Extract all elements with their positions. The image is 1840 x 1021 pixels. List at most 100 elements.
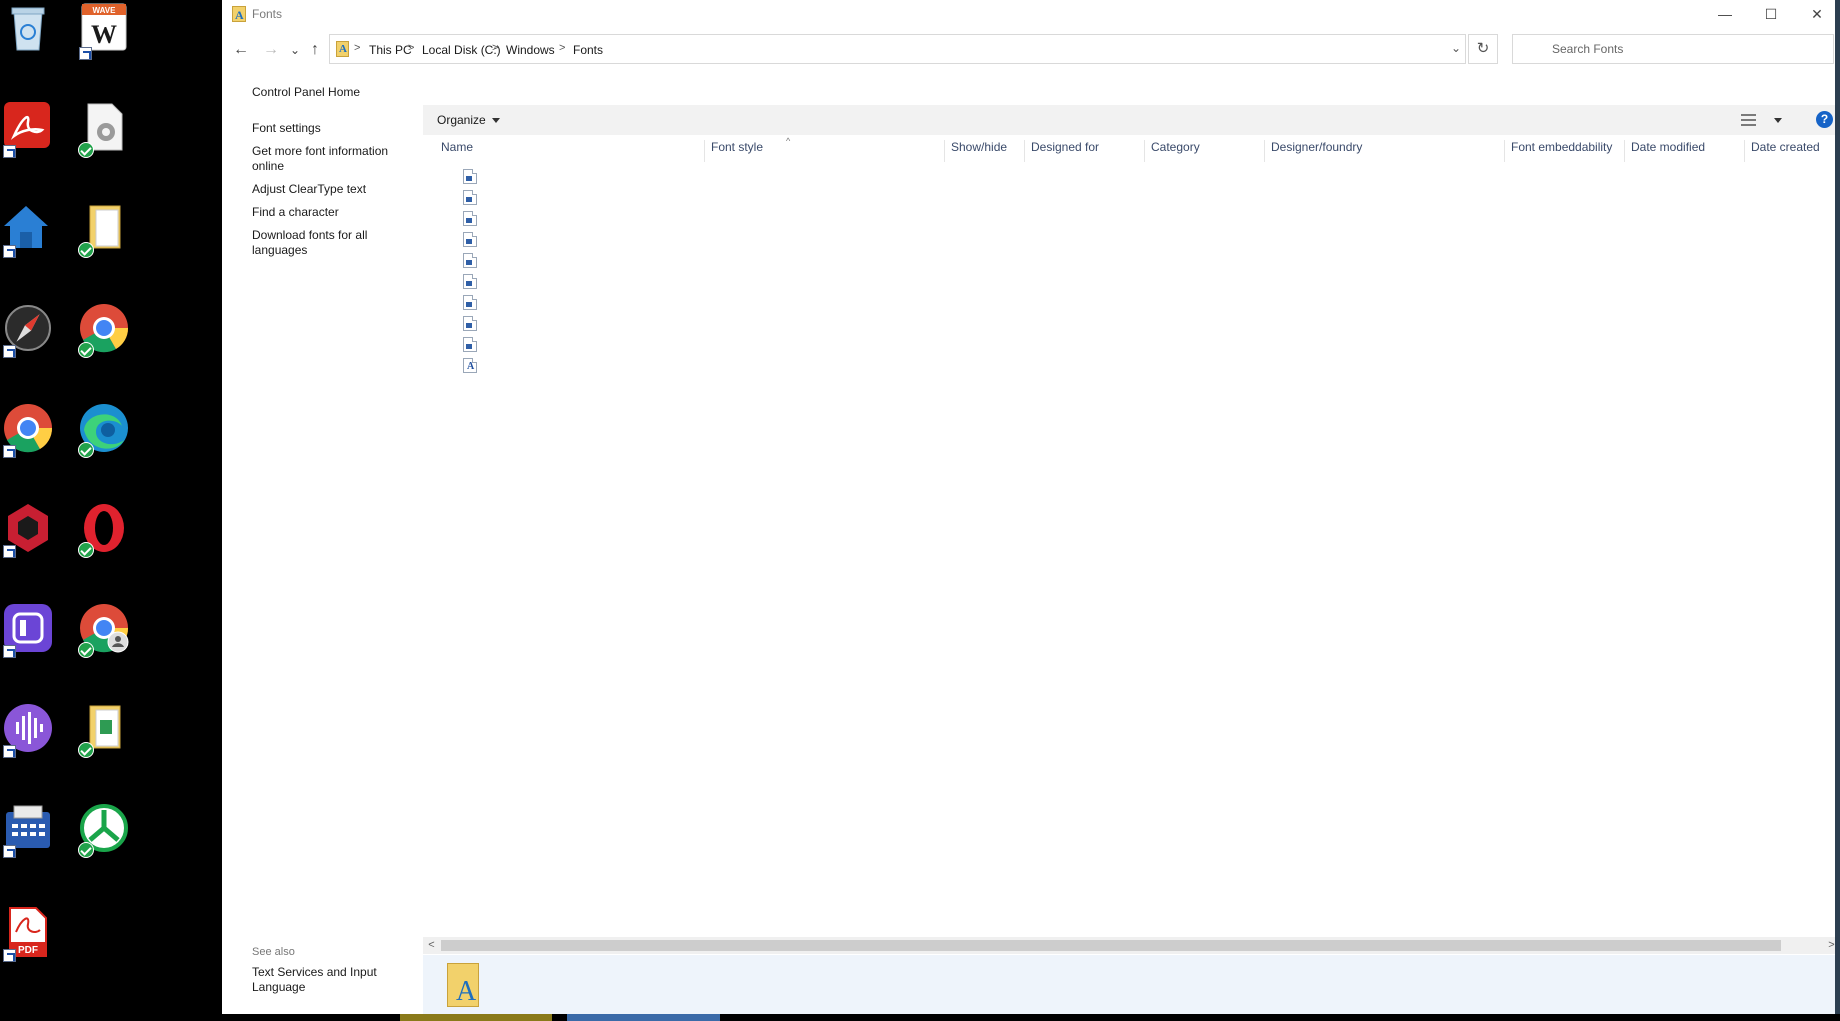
calculator-app-icon[interactable] [0,800,56,858]
background-window-edge [1835,0,1840,1021]
address-dropdown-icon[interactable]: ⌄ [1451,41,1461,55]
column-date-created[interactable]: Date created [1745,140,1835,162]
breadcrumb-separator: > [492,42,499,54]
download-fonts-link[interactable]: Download fonts for all languages [252,228,412,258]
search-box[interactable] [1512,34,1834,64]
pdf-file-icon[interactable]: PDF [0,904,56,962]
edge-icon[interactable] [76,400,132,458]
shortcut-badge [3,245,16,258]
list-item[interactable] [463,358,479,374]
settings-document-icon[interactable] [76,100,132,158]
chrome-icon[interactable] [76,300,132,358]
font-file-icon [463,190,477,205]
title-bar[interactable]: A Fonts — ☐ ✕ [222,0,1840,28]
taskbar-item[interactable] [400,1014,552,1021]
find-character-link[interactable]: Find a character [252,205,412,220]
list-item[interactable] [463,190,479,206]
control-panel-home-link[interactable]: Control Panel Home [252,85,412,100]
font-settings-link[interactable]: Font settings [252,121,412,136]
desktop: WAVE W PDF [0,0,222,1021]
sync-check-badge [78,742,94,758]
breadcrumb-fonts[interactable]: Fonts [573,43,603,57]
shortcut-badge [3,745,16,758]
close-button[interactable]: ✕ [1794,0,1840,28]
column-category[interactable]: Category [1145,140,1265,162]
organize-button[interactable]: Organize [437,113,500,127]
font-file-icon [463,253,477,268]
sync-check-badge [78,542,94,558]
purple-app-icon[interactable] [0,600,56,658]
recycle-bin-icon[interactable] [0,2,56,58]
taskbar-item[interactable] [567,1014,720,1021]
breadcrumb-separator: > [559,42,566,54]
red-hexagon-app-icon[interactable] [0,500,56,558]
explorer-window: A Fonts — ☐ ✕ ← → ⌄ ↑ A > This PC > Loca… [222,0,1840,1014]
shortcut-badge [79,47,92,60]
breadcrumb-this-pc[interactable]: This PC [369,43,412,57]
column-show-hide[interactable]: Show/hide [945,140,1025,162]
wave-label: WAVE [93,6,117,15]
compass-icon[interactable] [0,300,56,358]
shortcut-badge [3,845,16,858]
scrollbar-thumb[interactable] [441,940,1781,951]
recent-locations-icon[interactable]: ⌄ [284,40,306,60]
details-pane: A [423,955,1840,1014]
chrome-profile-icon[interactable] [76,600,132,658]
chevron-down-icon[interactable] [1774,118,1782,123]
command-bar: Organize ? [423,105,1840,135]
back-arrow-icon[interactable]: ← [230,40,252,60]
list-item[interactable] [463,274,479,290]
list-item[interactable] [463,337,479,353]
green-sync-icon[interactable] [76,800,132,858]
horizontal-scrollbar[interactable]: < > [423,937,1840,954]
scroll-left-icon[interactable]: < [424,938,439,953]
column-date-modified[interactable]: Date modified [1625,140,1745,162]
search-input[interactable] [1513,35,1833,63]
voice-recorder-icon[interactable] [0,700,56,758]
breadcrumb-local-disk[interactable]: Local Disk (C:) [422,43,501,57]
list-item[interactable] [463,295,479,311]
column-designed-for[interactable]: Designed for [1025,140,1145,162]
breadcrumb-separator: > [354,42,361,54]
minimize-button[interactable]: — [1702,0,1748,28]
font-file-icon [463,274,477,289]
refresh-icon[interactable]: ↻ [1468,34,1498,64]
text-services-link[interactable]: Text Services and Input Language [252,965,412,995]
address-bar[interactable]: A > This PC > Local Disk (C:) > Windows … [329,34,1466,64]
see-also-heading: See also [252,946,295,958]
column-designer-foundry[interactable]: Designer/foundry [1265,140,1505,162]
cleartype-link[interactable]: Adjust ClearType text [252,182,412,197]
acrobat-icon[interactable] [0,100,56,158]
opera-icon[interactable] [76,500,132,558]
view-options-icon[interactable] [1741,114,1756,126]
forward-arrow-icon[interactable]: → [260,40,282,60]
home-icon[interactable] [0,200,56,258]
chrome-icon-2[interactable] [0,400,56,458]
shortcut-badge [3,145,16,158]
list-item[interactable] [463,169,479,185]
organize-label: Organize [437,113,486,127]
list-item[interactable] [463,253,479,269]
folder-documents-icon[interactable] [76,200,132,258]
fonts-folder-icon: A [336,41,349,57]
list-item[interactable] [463,316,479,332]
list-item[interactable] [463,211,479,227]
taskbar [0,1014,1840,1021]
pdf-label: PDF [18,945,38,956]
wave-word-icon[interactable]: WAVE W [76,2,132,60]
font-info-online-link[interactable]: Get more font information online [252,144,412,174]
chevron-down-icon [491,118,500,124]
breadcrumb-windows[interactable]: Windows [506,43,555,57]
folder-spreadsheet-icon[interactable] [76,700,132,758]
font-file-icon [463,316,477,331]
list-item[interactable] [463,232,479,248]
column-font-embeddability[interactable]: Font embeddability [1505,140,1625,162]
font-file-icon [463,211,477,226]
font-file-icon [463,337,477,352]
column-name[interactable]: Name [435,140,705,162]
column-font-style[interactable]: Font style [705,140,945,162]
help-icon[interactable]: ? [1816,111,1833,128]
maximize-button[interactable]: ☐ [1748,0,1794,28]
up-arrow-icon[interactable]: ↑ [304,40,326,60]
font-a-file-icon [463,358,477,373]
